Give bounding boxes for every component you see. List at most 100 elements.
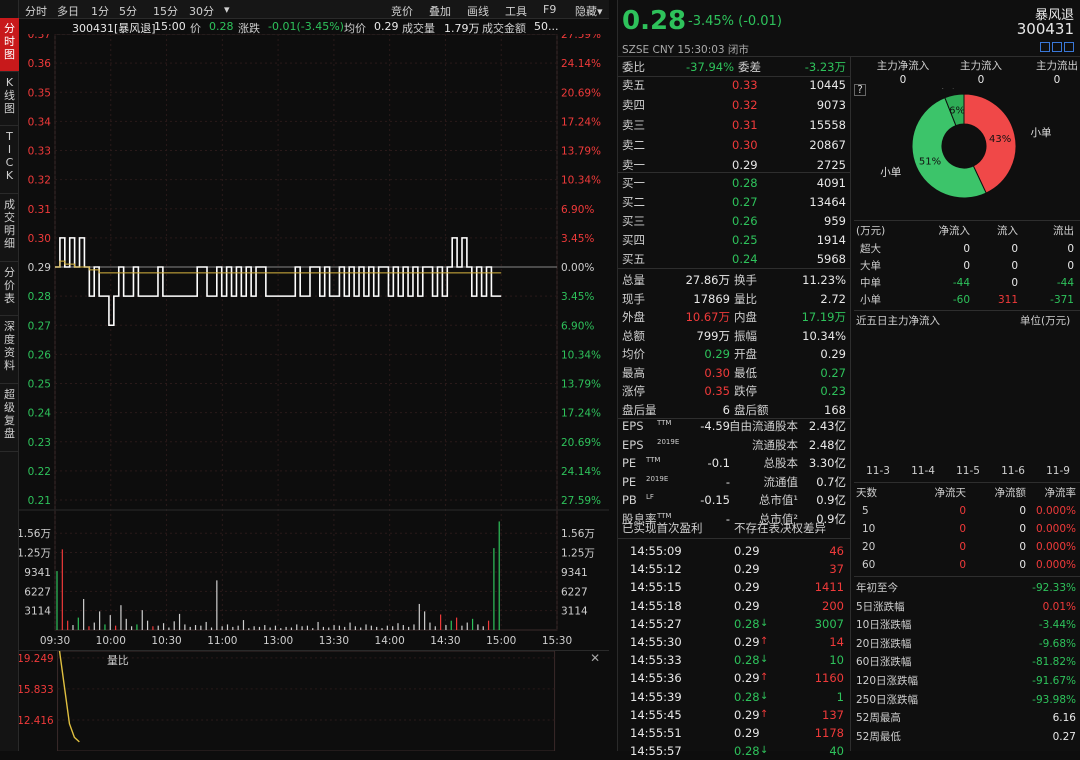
tick-row: 14:55:36 0.29 ↑ 1160 [622,669,848,687]
days-row-b: 0 [1019,523,1026,535]
edit-icon[interactable] [1040,42,1050,52]
tick-row: 14:55:33 0.28 ↓ 10 [622,651,848,669]
perf-value: -81.82% [1032,656,1076,669]
right-tick: 24.14% [561,466,601,478]
left-tick: 0.28 [28,291,51,303]
fin-note-left: 已实现首次盈利 [622,521,703,535]
toolbar-4[interactable]: 15分 [153,3,178,19]
tick-price: 0.29 [734,671,760,686]
stat-label: 量比 [734,291,757,306]
chart-toolbar: 分时 多日 1分 5分 15分 30分 ▾ 竞价 叠加 画线 工具 F9 隐藏▾ [19,0,609,19]
sell-label: 卖三 [622,118,645,132]
fin-note: 已实现首次盈利 不存在表决权差异 [622,519,848,537]
fin-value2: 0.7亿 [816,474,846,489]
buy-level-5: 买五 0.24 5968 [622,250,848,268]
stat-value: 0.29 [820,347,846,361]
tick-volume: 1160 [814,671,844,686]
vtab-5[interactable]: 深度资料 [0,316,19,384]
five-day-unit: 单位(万元) [1020,315,1071,327]
tick-time: 14:55:36 [630,671,682,686]
flow-val: 0 [977,74,985,86]
toolbar-right-3[interactable]: 工具 [505,3,527,19]
right-tick: 10.34% [561,349,601,361]
left-tick: 0.34 [28,116,52,128]
left-tick: 0.29 [28,262,51,274]
volume-ratio-chart[interactable]: 量比 ✕ 19.249 15.833 12.416 [19,650,609,751]
toolbar-0[interactable]: 分时 [25,3,47,19]
days-head: 净流率 [1044,487,1077,499]
tick-price: 0.28 [734,744,760,759]
vtab-6[interactable]: 超级复盘 [0,384,19,452]
stat-value: 10.34% [802,328,846,343]
buy-label: 买三 [622,214,645,228]
x-tick: 14:00 [375,635,405,646]
x-tick: 10:30 [151,635,181,646]
right-tick: 27.59% [561,34,601,41]
fin-note-right: 不存在表决权差异 [734,521,826,535]
toolbar-right-5[interactable]: 隐藏▾ [575,3,603,19]
stat-value: 0.35 [704,384,730,398]
vtab-1[interactable]: K线图 [0,72,19,126]
arrow-down-icon: ↓ [760,745,769,757]
arrow-up-icon: ↑ [760,636,769,647]
perf-label: 60日涨跌幅 [856,656,912,669]
five-day-date: 11-6 [1001,465,1025,477]
stat-label: 最低 [734,365,757,380]
tick-time: 14:55:15 [630,580,682,595]
fin-value: - [725,474,730,489]
buy-price: 0.26 [732,214,758,228]
tick-price: 0.28 [734,653,760,668]
toolbar-right-1[interactable]: 叠加 [429,3,451,19]
vtab-0[interactable]: 分时图 [0,18,19,72]
stat-label: 涨停 [622,384,645,398]
left-tick: 0.35 [28,87,51,99]
toolbar-5[interactable]: 30分 [189,3,214,19]
five-day-date: 11-9 [1046,465,1070,477]
help-icon[interactable] [1064,42,1074,52]
right-tick: 24.14% [561,58,601,70]
vr-tick: 15.833 [19,684,54,696]
link-icon[interactable] [1052,42,1062,52]
fin-label: PB [622,493,637,507]
flow-row-name: 大单 [860,260,881,272]
perf-label: 120日涨跌幅 [856,675,919,687]
toolbar-right-2[interactable]: 画线 [467,3,489,19]
sell-label: 卖二 [622,138,645,152]
toolbar-1[interactable]: 多日 [57,3,79,19]
days-row-c: 0.000% [1035,541,1076,553]
stat-label: 内盘 [734,310,757,324]
toolbar-right-0[interactable]: 竞价 [391,3,413,19]
flow-row-in: 0 [1011,243,1018,255]
intraday-chart[interactable]: 0.37 27.59% 0.36 24.14% 0.35 20.69% 0.34 17.24%… [19,34,609,646]
fin-value2: 2.48亿 [808,437,846,452]
stat-value: 17.19万 [801,310,846,324]
toolbar-2[interactable]: 1分 [91,3,109,19]
info-amt: 50... [534,20,559,33]
vtab-2[interactable]: TICK [0,126,19,194]
x-tick: 13:30 [319,635,349,646]
toolbar-6[interactable]: ▾ [224,3,230,16]
buy-volume: 5968 [816,252,846,266]
fin-label2: 流通值 [763,474,799,489]
stat-row: 总额 799万 振幅 10.34% [622,327,848,345]
flow-row-name: 中单 [860,277,881,289]
tick-row: 14:55:39 0.28 ↓ 1 [622,688,848,706]
sell-volume: 20867 [809,138,846,152]
info-price: 0.28 [209,20,234,33]
buy-level-1: 买一 0.28 4091 [622,174,848,192]
stat-label: 外盘 [622,310,645,324]
vtab-4[interactable]: 分价表 [0,262,19,316]
stat-value: 27.86万 [685,273,730,287]
tick-volume: 200 [822,598,844,613]
perf-label: 5日涨跌幅 [856,600,905,613]
left-tick: 0.21 [28,495,51,507]
toolbar-3[interactable]: 5分 [119,3,137,19]
toolbar-right-4[interactable]: F9 [543,3,556,16]
stat-value: 11.23% [802,273,846,287]
vtab-3[interactable]: 成交明细 [0,194,19,262]
fin-label: PE [622,474,637,489]
days-row-c: 0.000% [1035,505,1076,517]
sell-volume: 9073 [816,98,846,112]
sep [854,482,1080,483]
right-tick: 20.69% [561,87,601,99]
